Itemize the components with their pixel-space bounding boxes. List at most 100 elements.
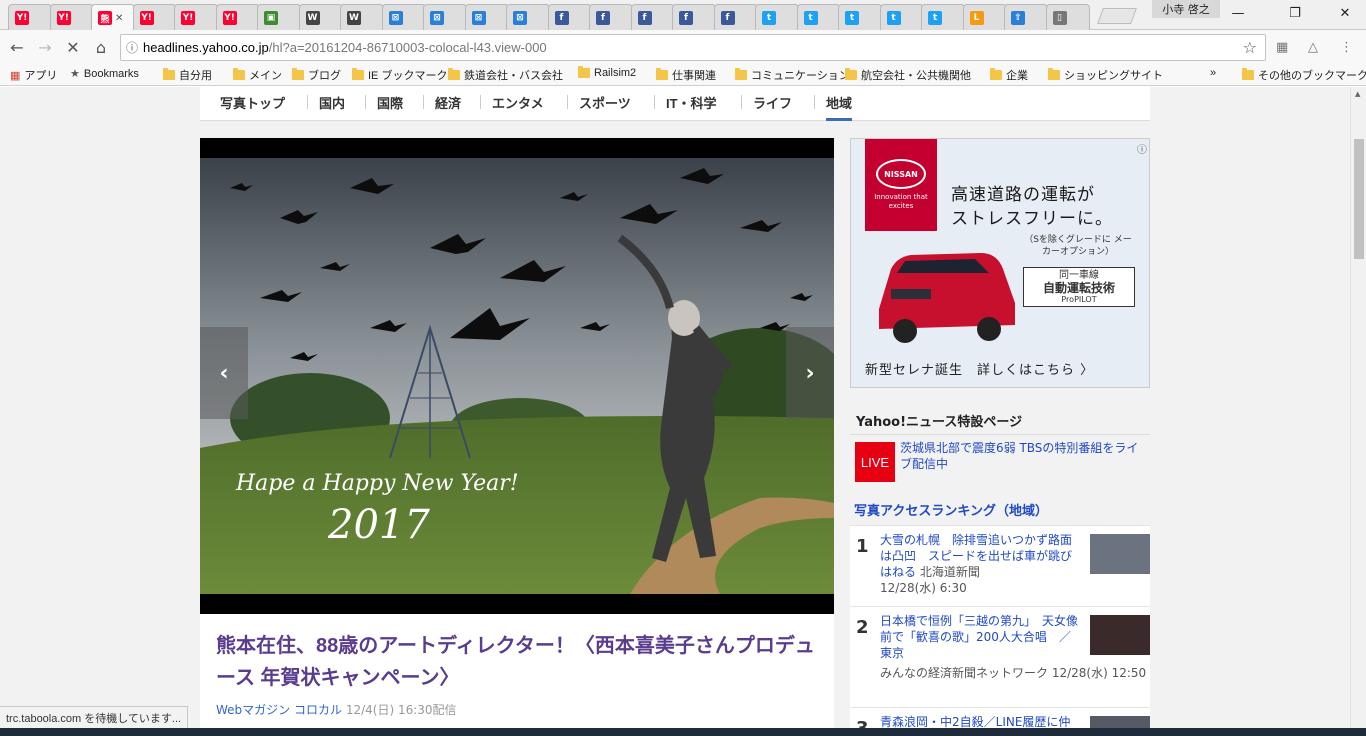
nav-tab[interactable]: 経済 [435,93,461,112]
browser-tab[interactable]: f [713,4,758,30]
tab-favicon-icon: t [803,10,818,25]
folder-icon [656,68,668,80]
browser-tab[interactable]: ⇧ [1004,4,1048,30]
bookmark-item[interactable]: ★ Bookmarks [70,67,139,81]
folder-icon [845,68,857,80]
article-headline[interactable]: 熊本在住、88歳のアートディレクター！〈西本喜美子さんプロデュース 年賀状キャン… [216,630,816,694]
close-window-icon[interactable]: ✕ [1330,3,1360,23]
adchoices-icon[interactable]: ⓘ [1137,141,1147,156]
tab-favicon-icon: ⊠ [388,10,403,25]
nav-tab[interactable]: IT・科学 [666,93,717,112]
browser-tab[interactable]: f [630,4,675,30]
browser-tab[interactable]: Y! [174,4,218,30]
ranking-title[interactable]: 写真アクセスランキング（地域） [854,500,1048,519]
scroll-up-icon[interactable]: ▲ [1355,90,1360,98]
bookmark-item[interactable]: ▦ アプリ [10,67,57,83]
bookmark-item[interactable]: コミュニケーション [735,67,850,83]
scrollbar-thumb[interactable] [1354,139,1364,259]
carousel-next-button[interactable]: › [786,327,834,419]
nav-tab[interactable]: ライフ [753,93,792,112]
browser-tab[interactable]: W [298,4,343,30]
byline-source-link[interactable]: Webマガジン コロカル [216,703,342,717]
browser-tab[interactable]: t [755,4,799,30]
bookmark-item[interactable]: ブログ [292,67,341,83]
browser-tab[interactable]: ⊠ [423,4,467,30]
bookmark-item[interactable]: Railsim2 [578,66,637,79]
browser-tab[interactable]: t [921,4,965,30]
browser-tab[interactable]: Y! [215,4,260,30]
live-link[interactable]: 茨城県北部で震度6弱 TBSの特別番組をライブ配信中 [900,440,1150,472]
address-bar[interactable]: ⓘ headlines.yahoo.co.jp/hl?a=20161204-86… [120,34,1266,61]
browser-tab[interactable]: f [547,4,592,30]
browser-tab[interactable]: t [796,4,841,30]
browser-tab[interactable]: ▯ [1045,4,1090,30]
url-host: headlines.yahoo.co.jp [143,40,269,55]
browser-tab[interactable]: Y! [8,4,52,30]
browser-tab[interactable]: t [838,4,882,30]
browser-tab[interactable]: f [672,4,716,30]
extension-icon[interactable]: ▦ [1276,40,1292,56]
browser-tab[interactable]: ▣ [257,4,301,30]
ranking-item[interactable]: 1 大雪の札幌 除排雪追いつかず路面は凸凹 スピードを出せば車が跳びはねる 北海道… [850,525,1150,606]
nav-tab[interactable]: スポーツ [579,93,631,112]
article-photo[interactable]: Hape a Happy New Year! 2017 ‹ › [200,138,834,614]
drive-icon[interactable]: △ [1308,40,1324,56]
browser-tab[interactable]: W [340,4,384,30]
bookmark-item[interactable]: 航空会社・公共機関他 [845,67,971,83]
home-icon[interactable]: ⌂ [90,36,112,58]
browser-tab[interactable]: ⊠ [381,4,426,30]
info-icon[interactable]: ⓘ [121,39,143,56]
bookmarks-more-icon[interactable]: » [1210,67,1216,79]
nav-tab[interactable]: 地域 [826,93,853,121]
bookmark-item[interactable]: IE ブックマーク [352,67,447,83]
photo-overlay-line2: 2017 [327,502,430,548]
forward-arrow-icon[interactable]: → [34,36,56,58]
folder-icon [735,68,747,80]
bookmark-item[interactable]: 鉄道会社・バス会社 [448,67,563,83]
nav-tab[interactable]: 写真トップ [220,93,285,112]
nav-tab[interactable]: エンタメ [492,93,544,112]
ranking-thumbnail[interactable] [1090,615,1150,655]
page-scrollbar[interactable]: ▲ [1350,87,1366,736]
nav-tab[interactable]: 国際 [377,93,403,112]
ranking-item[interactable]: 2 日本橋で恒例「三越の第九」 天女像前で「歓喜の歌」200人大合唱 ／東京 みんな… [850,606,1150,707]
browser-tab[interactable]: Y! [49,4,94,30]
browser-tab[interactable]: 熊 ✕ [91,4,135,31]
ranking-thumbnail[interactable] [1090,534,1150,574]
browser-tab[interactable]: ⊠ [506,4,550,30]
ad-cta[interactable]: 新型セレナ誕生 詳しくはこちら 〉 [865,359,1094,378]
nav-separator [480,95,481,109]
live-item[interactable]: LIVE 茨城県北部で震度6弱 TBSの特別番組をライブ配信中 [850,438,1150,484]
profile-button[interactable]: 小寺 啓之 [1152,0,1220,18]
bookmark-item[interactable]: 自分用 [163,67,212,83]
tab-favicon-icon: ▯ [1052,10,1067,25]
minimize-icon[interactable]: — [1223,3,1253,23]
ranking-title-link[interactable]: 大雪の札幌 除排雪追いつかず路面は凸凹 スピードを出せば車が跳びはねる 北海道新… [880,532,1080,580]
browser-tab[interactable]: L [962,4,1007,30]
back-arrow-icon[interactable]: ← [6,36,28,58]
ranking-title-link[interactable]: 日本橋で恒例「三越の第九」 天女像前で「歓喜の歌」200人大合唱 ／東京 [880,613,1080,661]
bookmark-item[interactable]: ショッピングサイト [1048,67,1163,83]
browser-tab[interactable]: t [879,4,924,30]
bookmark-star-icon[interactable]: ☆ [1243,38,1257,57]
new-tab-button[interactable] [1097,8,1137,24]
browser-tab[interactable]: f [589,4,633,30]
maximize-icon[interactable]: ❐ [1280,3,1310,23]
bookmark-item[interactable]: メイン [233,67,282,83]
stop-loading-icon[interactable]: ✕ [62,36,84,58]
ranking-source: みんなの経済新聞ネットワーク [880,666,1049,680]
browser-tab[interactable]: ⊠ [464,4,509,30]
nav-tab[interactable]: 国内 [319,93,345,112]
other-bookmarks-folder[interactable]: その他のブックマーク [1242,67,1366,83]
browser-tab[interactable]: Y! [132,4,177,30]
bookmark-item[interactable]: 仕事関連 [656,67,716,83]
close-tab-icon[interactable]: ✕ [115,13,123,24]
bookmark-label: Railsim2 [594,67,637,79]
nissan-ad-banner[interactable]: NISSAN Innovation that excites 高速道路の運転が … [850,138,1150,388]
article-main: Hape a Happy New Year! 2017 ‹ › 熊本在住、88歳… [200,138,834,736]
bookmark-item[interactable]: 企業 [990,67,1028,83]
bookmark-label: ショッピングサイト [1064,70,1163,82]
tab-favicon-icon: f [596,10,610,25]
menu-icon[interactable]: ⋮ [1340,40,1356,56]
carousel-prev-button[interactable]: ‹ [200,327,248,419]
